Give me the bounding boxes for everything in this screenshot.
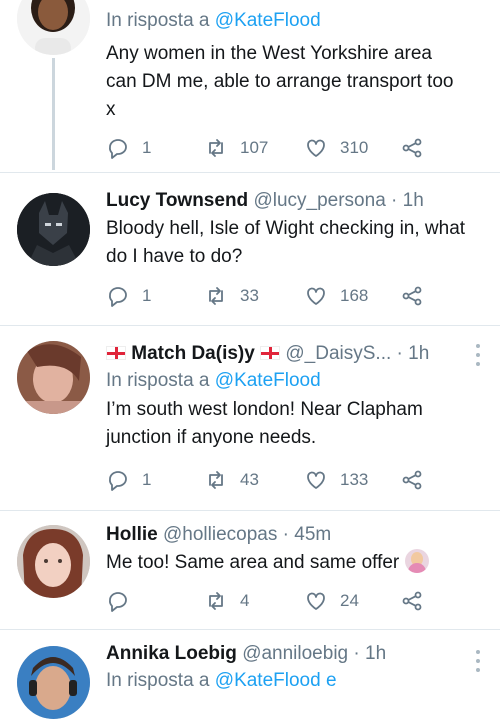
tweet[interactable]: In risposta a @KateFlood Any women in th… xyxy=(0,0,500,170)
tweet-header: Annika Loebig @anniloebig · 1h xyxy=(106,643,387,664)
woman-raising-hand-emoji xyxy=(404,549,429,573)
retweet-icon xyxy=(209,592,223,610)
avatar[interactable] xyxy=(17,193,90,266)
tweet[interactable]: Lucy Townsend @lucy_persona · 1h Bloody … xyxy=(0,173,500,325)
like-icon xyxy=(307,287,325,305)
england-flag-icon xyxy=(260,346,281,360)
reply-icon xyxy=(109,287,127,307)
timestamp[interactable]: 45m xyxy=(294,524,331,545)
retweet-icon xyxy=(209,471,223,489)
like-count: 168 xyxy=(340,286,369,305)
author-handle[interactable]: @lucy_persona xyxy=(253,190,385,211)
timestamp[interactable]: 1h xyxy=(365,643,386,664)
tweet-text: Bloody hell, Isle of Wight checking in, … xyxy=(106,218,466,267)
tweet-header: Match Da(is)y @_DaisyS... · 1h xyxy=(106,342,451,368)
tweet-text-row: Me too! Same area and same offer xyxy=(106,549,486,577)
like-count: 133 xyxy=(340,470,369,489)
share-button[interactable] xyxy=(400,134,424,162)
retweet-count: 43 xyxy=(240,470,259,489)
share-icon xyxy=(402,138,422,158)
like-icon xyxy=(307,139,325,157)
reply-button[interactable]: 1 xyxy=(106,134,151,162)
tweet-header: Lucy Townsend @lucy_persona · 1h xyxy=(106,190,424,211)
retweet-button[interactable]: 33 xyxy=(204,282,259,310)
like-button[interactable]: 310 xyxy=(304,134,368,162)
share-icon xyxy=(402,286,422,306)
tweet[interactable]: Hollie @holliecopas · 45m Me too! Same a… xyxy=(0,511,500,629)
tweet-actions: 1 33 168 xyxy=(106,282,486,310)
retweet-count: 107 xyxy=(240,138,269,157)
more-options-button[interactable] xyxy=(470,344,486,366)
retweet-icon xyxy=(209,287,223,305)
avatar[interactable] xyxy=(17,341,90,414)
author-name[interactable]: Match Da(is)y xyxy=(131,343,255,364)
avatar[interactable] xyxy=(17,646,90,719)
tweet-actions: 4 24 xyxy=(106,587,486,615)
author-name[interactable]: Lucy Townsend xyxy=(106,190,248,211)
like-count: 24 xyxy=(340,591,359,610)
reply-button[interactable] xyxy=(106,587,142,615)
author-handle[interactable]: @holliecopas xyxy=(163,524,277,545)
share-button[interactable] xyxy=(400,282,424,310)
reply-count: 1 xyxy=(142,138,152,157)
tweet-text: I’m south west london! Near Clapham junc… xyxy=(106,399,423,448)
share-button[interactable] xyxy=(400,466,424,494)
tweet-actions: 1 107 310 xyxy=(106,134,486,162)
retweet-count: 4 xyxy=(240,591,250,610)
avatar[interactable] xyxy=(17,0,90,55)
timestamp[interactable]: 1h xyxy=(403,190,424,211)
tweet-text: Me too! Same area and same offer xyxy=(106,552,400,573)
like-button[interactable]: 24 xyxy=(304,587,359,615)
reply-context: In risposta a @KateFlood xyxy=(106,368,451,394)
retweet-count: 33 xyxy=(240,286,259,305)
retweet-button[interactable]: 4 xyxy=(204,587,249,615)
retweet-button[interactable]: 107 xyxy=(204,134,268,162)
reply-icon xyxy=(109,471,127,491)
retweet-button[interactable]: 43 xyxy=(204,466,259,494)
author-name[interactable]: Hollie xyxy=(106,524,158,545)
reply-icon xyxy=(109,592,127,612)
like-count: 310 xyxy=(340,138,369,157)
reply-context: In risposta a @KateFlood xyxy=(106,8,486,34)
reply-prefix: In risposta a xyxy=(106,370,210,391)
like-button[interactable]: 133 xyxy=(304,466,368,494)
tweet[interactable]: Match Da(is)y @_DaisyS... · 1h In rispos… xyxy=(0,326,500,510)
tweet-actions: 1 43 133 xyxy=(106,466,486,494)
more-options-button[interactable] xyxy=(470,650,486,672)
avatar[interactable] xyxy=(17,525,90,598)
tweet-text: Any women in the West Yorkshire area can… xyxy=(106,43,454,120)
tweet[interactable]: Annika Loebig @anniloebig · 1h In rispos… xyxy=(0,630,500,719)
tweet-header: Hollie @holliecopas · 45m xyxy=(106,524,332,545)
share-icon xyxy=(402,470,422,490)
author-handle[interactable]: @_DaisyS... xyxy=(285,343,391,364)
like-button[interactable]: 168 xyxy=(304,282,368,310)
reply-prefix: In risposta a xyxy=(106,10,210,31)
timeline: In risposta a @KateFlood Any women in th… xyxy=(0,0,500,719)
like-icon xyxy=(307,471,325,489)
reply-count: 1 xyxy=(142,286,152,305)
mention-link[interactable]: @KateFlood xyxy=(215,370,321,391)
reply-count: 1 xyxy=(142,470,152,489)
thread-line xyxy=(52,58,55,170)
reply-button[interactable]: 1 xyxy=(106,282,151,310)
like-icon xyxy=(307,592,325,610)
retweet-icon xyxy=(209,139,223,157)
share-icon xyxy=(402,591,422,611)
reply-button[interactable]: 1 xyxy=(106,466,151,494)
share-button[interactable] xyxy=(400,587,424,615)
reply-icon xyxy=(109,139,127,159)
reply-prefix: In risposta a xyxy=(106,670,210,691)
england-flag-icon xyxy=(106,346,126,360)
timestamp[interactable]: 1h xyxy=(408,343,429,364)
mention-link[interactable]: @KateFlood e xyxy=(215,670,337,691)
reply-context: In risposta a @KateFlood e xyxy=(106,668,451,694)
author-name[interactable]: Annika Loebig xyxy=(106,643,237,664)
author-handle[interactable]: @anniloebig xyxy=(242,643,348,664)
mention-link[interactable]: @KateFlood xyxy=(215,10,321,31)
